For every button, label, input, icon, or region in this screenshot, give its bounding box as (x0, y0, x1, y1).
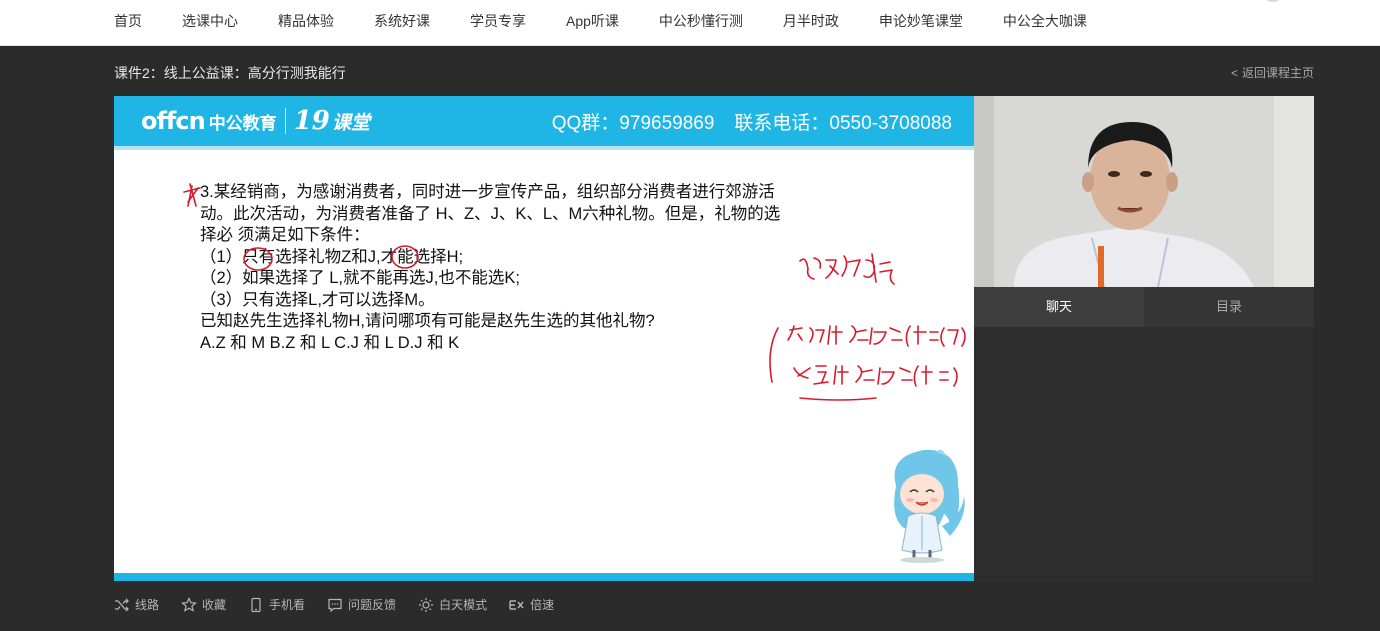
contact-info: QQ群：979659869 联系电话：0550-3708088 (552, 108, 952, 135)
feedback-button[interactable]: 问题反馈 (327, 596, 396, 613)
banner-underline (114, 146, 974, 150)
favorite-label: 收藏 (202, 598, 227, 612)
chat-bubble-icon (328, 598, 342, 612)
nav-item-course-center[interactable]: 选课中心 (182, 12, 238, 30)
question-line: （1）只有选择礼物Z和J,才能选择H; (200, 247, 464, 266)
day-mode-button[interactable]: 白天模式 (418, 596, 487, 613)
question-line: 已知赵先生选择礼物H,请问哪项有可能是赵先生选的其他礼物? (200, 312, 655, 330)
shuffle-icon (115, 598, 129, 611)
feedback-label: 问题反馈 (348, 598, 397, 612)
logo-text-cn: 中公教育 (208, 113, 277, 133)
nav-item-expert-class[interactable]: 中公全大咖课 (1003, 12, 1087, 30)
logo-number: 19 (293, 106, 330, 136)
nav-item-system-courses[interactable]: 系统好课 (374, 12, 430, 30)
day-mode-label: 白天模式 (439, 598, 488, 612)
speed-icon (509, 599, 524, 610)
top-nav: 首页 选课中心 精品体验 系统好课 学员专享 App听课 中公秒懂行测 月半时政… (0, 0, 1380, 46)
question-line: （3）只有选择L,才可以选择M。 (200, 290, 435, 309)
question-line: 择必 须满足如下条件： (200, 226, 370, 244)
side-panel: 聊天 目录 (974, 96, 1314, 581)
tab-chat[interactable]: 聊天 (974, 287, 1144, 327)
favorite-button[interactable]: 收藏 (181, 596, 226, 613)
nav-item-quick-test[interactable]: 中公秒懂行测 (659, 12, 743, 30)
nav-item-premium-trial[interactable]: 精品体验 (278, 12, 334, 30)
tab-catalog[interactable]: 目录 (1144, 287, 1314, 327)
nav-item-home[interactable]: 首页 (114, 12, 142, 30)
star-icon (181, 596, 197, 612)
question-line: 3.某经销商，为感谢消费者，同时进一步宣传产品，组织部分消费者进行郊游活 (200, 183, 775, 201)
phone-number: 联系电话：0550-3708088 (734, 113, 952, 134)
logo-text-en: offcn (141, 107, 206, 135)
mascot-illustration (894, 449, 965, 563)
qq-group: QQ群：979659869 (551, 113, 715, 134)
slide-bottom-bar (114, 573, 974, 581)
route-label: 线路 (135, 598, 160, 612)
side-tabs: 聊天 目录 (974, 287, 1314, 327)
brand-logo: offcn 中公教育 19 课堂 (141, 106, 370, 136)
question-line: （2）如果选择了 L,就不能再选J,也不能选K; (200, 269, 520, 287)
mobile-label: 手机看 (269, 598, 306, 612)
sun-icon (419, 597, 434, 612)
nav-item-essay-class[interactable]: 申论妙笔课堂 (879, 12, 963, 30)
question-text: 3.某经销商，为感谢消费者，同时进一步宣传产品，组织部分消费者进行郊游活 动。此… (200, 182, 850, 354)
chevron-left-icon: < (1230, 66, 1238, 80)
slide-banner: offcn 中公教育 19 课堂 QQ群：979659869 联系电话：0550-… (114, 96, 974, 146)
back-link-label: 返回课程主页 (1241, 66, 1314, 80)
course-bar: 课件2：线上公益课：高分行测我能行 < 返回课程主页 (0, 46, 1380, 96)
question-options: A.Z 和 M B.Z 和 L C.J 和 L D.J 和 K (200, 333, 460, 352)
route-button[interactable]: 线路 (114, 596, 159, 613)
logo-divider (284, 108, 286, 134)
avatar-edge (1266, 0, 1280, 2)
video-player[interactable]: offcn 中公教育 19 课堂 QQ群：979659869 联系电话：0550-… (114, 96, 974, 581)
teacher-camera-video (974, 96, 1314, 287)
chat-panel (974, 327, 1314, 581)
mobile-watch-button[interactable]: 手机看 (248, 596, 305, 613)
nav-item-app[interactable]: App听课 (566, 12, 619, 30)
speed-button[interactable]: 倍速 (509, 596, 554, 613)
nav-item-current-affairs[interactable]: 月半时政 (783, 12, 839, 30)
nav-item-member-exclusive[interactable]: 学员专享 (470, 12, 526, 30)
question-line: 动。此次活动，为消费者准备了 H、Z、J、K、L、M六种礼物。但是，礼物的选 (200, 204, 781, 223)
nav-menu: 首页 选课中心 精品体验 系统好课 学员专享 App听课 中公秒懂行测 月半时政… (114, 12, 1127, 30)
phone-icon (251, 597, 261, 612)
speed-label: 倍速 (530, 598, 555, 612)
player-toolbar: 线路 收藏 手机看 问题反馈 白天模式 倍速 (114, 596, 576, 613)
course-title: 课件2：线上公益课：高分行测我能行 (114, 65, 346, 81)
logo-classroom: 课堂 (331, 112, 370, 134)
back-to-course-link[interactable]: < 返回课程主页 (1231, 64, 1314, 81)
